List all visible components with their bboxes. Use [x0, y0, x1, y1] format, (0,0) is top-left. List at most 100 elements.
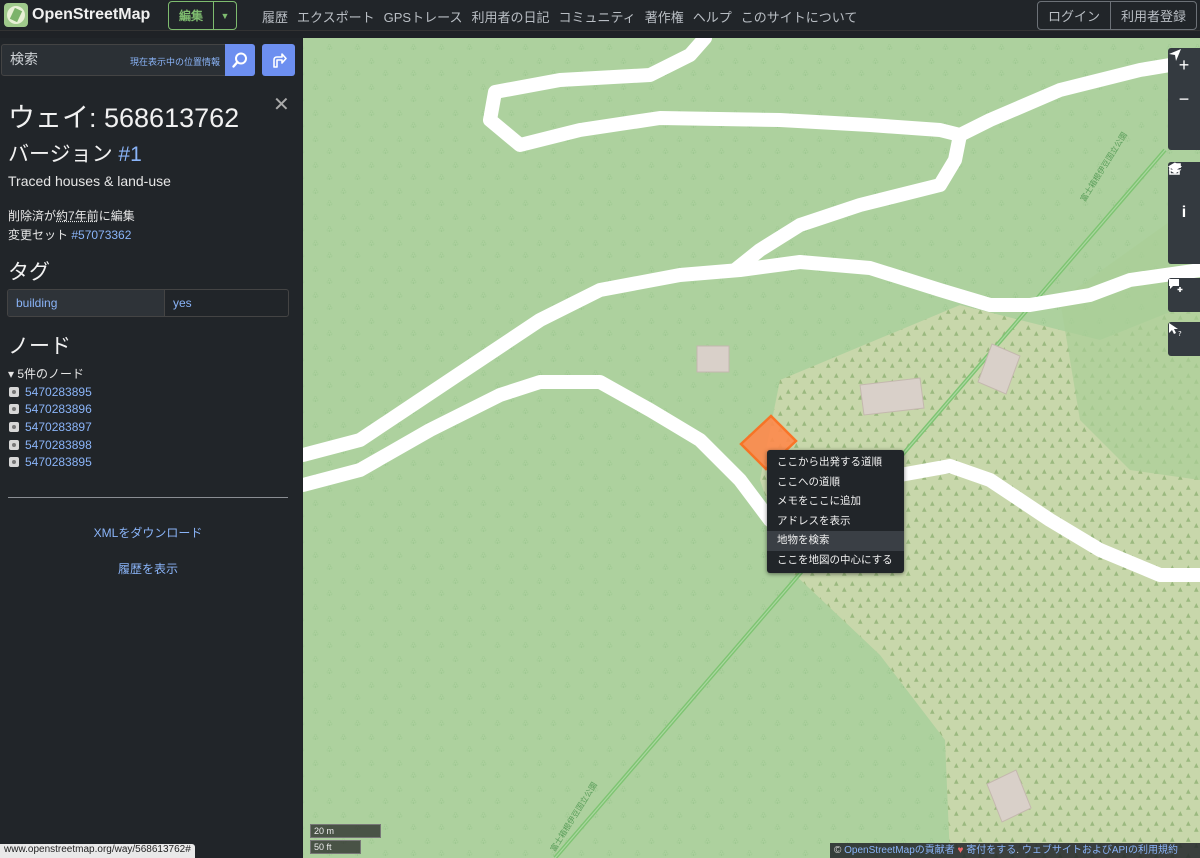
- note-controls: [1168, 278, 1200, 312]
- logo-text: OpenStreetMap: [32, 6, 151, 23]
- menu-query-features[interactable]: 地物を検索: [767, 531, 904, 551]
- map-key-button[interactable]: i: [1168, 196, 1200, 230]
- auth-buttons: ログイン 利用者登録: [1036, 1, 1197, 30]
- nav-gps-traces[interactable]: GPSトレース: [384, 7, 463, 26]
- nav-history[interactable]: 履歴: [262, 7, 288, 26]
- svg-text:?: ?: [1178, 330, 1182, 337]
- changeset-info: 変更セット #57073362: [8, 226, 131, 243]
- directions-icon: [272, 53, 287, 68]
- primary-nav: 履歴 エクスポート GPSトレース 利用者の日記 コミュニティ 著作権 ヘルプ …: [262, 7, 857, 26]
- locate-button[interactable]: [1168, 49, 1200, 150]
- node-icon: [9, 457, 19, 468]
- node-icon: [9, 404, 19, 415]
- node-icon: [9, 439, 19, 450]
- menu-show-address[interactable]: アドレスを表示: [767, 512, 904, 532]
- query-features-button[interactable]: ?: [1168, 322, 1200, 356]
- zoom-out-button[interactable]: −: [1168, 82, 1200, 116]
- attribution-contributors-link[interactable]: OpenStreetMapの貢献者: [844, 845, 955, 856]
- node-item[interactable]: 5470283898: [9, 436, 92, 454]
- status-url: www.openstreetmap.org/way/568613762#: [0, 844, 195, 858]
- search-form: 現在表示中の位置情報: [1, 44, 227, 76]
- map-canvas[interactable]: ♧ ♧ ▲ ▲: [303, 38, 1200, 858]
- changeset-label: 変更セット: [8, 228, 72, 242]
- edit-button-group: 編集 ▼: [168, 1, 238, 30]
- minus-icon: −: [1178, 88, 1190, 109]
- terms-link[interactable]: ウェブサイトおよびAPIの利用規約: [1022, 845, 1178, 856]
- top-navbar: OpenStreetMap 編集 ▼ 履歴 エクスポート GPSトレース 利用者…: [0, 0, 1200, 31]
- nav-communities[interactable]: コミュニティ: [558, 7, 635, 26]
- tag-value[interactable]: yes: [164, 290, 288, 316]
- nav-help[interactable]: ヘルプ: [693, 7, 732, 26]
- view-history-text[interactable]: 履歴を表示: [118, 562, 178, 576]
- map-context-menu: ここから出発する道順 ここへの道順 メモをここに追加 アドレスを表示 地物を検索…: [767, 450, 904, 573]
- node-link[interactable]: 5470283897: [25, 420, 92, 434]
- node-item[interactable]: 5470283895: [9, 453, 92, 471]
- node-link[interactable]: 5470283896: [25, 402, 92, 416]
- node-item[interactable]: 5470283897: [9, 418, 92, 436]
- attribution-copy: ©: [834, 845, 845, 856]
- map-attribution: © OpenStreetMapの貢献者 ♥ 寄付をする. ウェブサイトおよびAP…: [830, 843, 1200, 858]
- edit-time: 約7年前: [56, 209, 99, 223]
- zoom-controls: + −: [1168, 48, 1200, 150]
- login-button[interactable]: ログイン: [1038, 2, 1110, 29]
- node-link[interactable]: 5470283898: [25, 438, 92, 452]
- map-tiles: ♧ ♧ ▲ ▲: [303, 38, 1200, 858]
- edit-button[interactable]: 編集: [169, 2, 213, 29]
- directions-button[interactable]: [262, 44, 295, 76]
- search-input[interactable]: [8, 50, 132, 68]
- add-note-button[interactable]: [1168, 278, 1200, 312]
- nav-user-diaries[interactable]: 利用者の日記: [471, 7, 549, 26]
- caret-down-icon: ▼: [220, 10, 230, 21]
- node-item[interactable]: 5470283896: [9, 401, 92, 419]
- locate-icon: [1169, 49, 1181, 61]
- nodes-summary-toggle[interactable]: ▾ 5件のノード: [8, 365, 84, 382]
- osm-logo-icon: [4, 3, 28, 27]
- menu-directions-to[interactable]: ここへの道順: [767, 473, 904, 493]
- share-button[interactable]: [1168, 163, 1200, 264]
- node-icon: [9, 421, 19, 432]
- tag-row: building yes: [7, 289, 289, 317]
- nav-copyright[interactable]: 著作権: [645, 7, 684, 26]
- edit-dropdown-button[interactable]: ▼: [213, 2, 236, 29]
- add-note-icon: [1169, 279, 1183, 292]
- download-xml-text[interactable]: XMLをダウンロード: [94, 526, 203, 540]
- close-sidebar-icon[interactable]: ✕: [273, 92, 290, 117]
- edit-info-prefix: 削除済が: [8, 209, 57, 223]
- nav-about[interactable]: このサイトについて: [741, 7, 858, 26]
- version-heading: バージョン #1: [8, 138, 142, 168]
- search-button[interactable]: [225, 44, 255, 76]
- edit-info-suffix: に編集: [98, 209, 135, 223]
- menu-add-note[interactable]: メモをここに追加: [767, 492, 904, 512]
- changeset-link[interactable]: #57073362: [71, 228, 131, 242]
- edit-info: 削除済が約7年前に編集: [8, 207, 135, 224]
- signup-button[interactable]: 利用者登録: [1109, 2, 1196, 29]
- scale-bar-imperial: 50 ft: [310, 840, 361, 854]
- node-list: 5470283895 5470283896 5470283897 5470283…: [9, 383, 92, 471]
- heart-icon: ♥: [954, 845, 967, 856]
- query-cursor-icon: ?: [1169, 323, 1182, 337]
- node-link[interactable]: 5470283895: [25, 455, 92, 469]
- tag-key[interactable]: building: [8, 290, 164, 316]
- where-am-i-link[interactable]: 現在表示中の位置情報: [130, 55, 220, 68]
- menu-center-map[interactable]: ここを地図の中心にする: [767, 551, 904, 571]
- donate-link[interactable]: 寄付をする: [966, 845, 1016, 856]
- tags-heading: タグ: [8, 261, 50, 284]
- divider: [8, 497, 288, 498]
- nodes-heading: ノード: [8, 335, 71, 358]
- logo[interactable]: OpenStreetMap: [4, 3, 150, 27]
- download-xml-link: XMLをダウンロード: [0, 524, 296, 541]
- query-controls: ?: [1168, 322, 1200, 356]
- sidebar: 現在表示中の位置情報 ✕ ウェイ: 568613762 バージョン #1 Tra…: [0, 38, 302, 858]
- scale-bar-metric: 20 m: [310, 824, 381, 838]
- node-icon: [9, 386, 19, 397]
- node-link[interactable]: 5470283895: [25, 385, 92, 399]
- node-item[interactable]: 5470283895: [9, 383, 92, 401]
- info-icon: i: [1181, 204, 1187, 221]
- page-title: ウェイ: 568613762: [8, 103, 240, 133]
- version-link[interactable]: #1: [118, 143, 141, 166]
- changeset-comment: Traced houses & land-use: [8, 173, 171, 189]
- map-panels-controls: i: [1168, 162, 1200, 264]
- version-label: バージョン: [8, 143, 119, 166]
- menu-directions-from[interactable]: ここから出発する道順: [767, 453, 904, 473]
- nav-export[interactable]: エクスポート: [297, 7, 375, 26]
